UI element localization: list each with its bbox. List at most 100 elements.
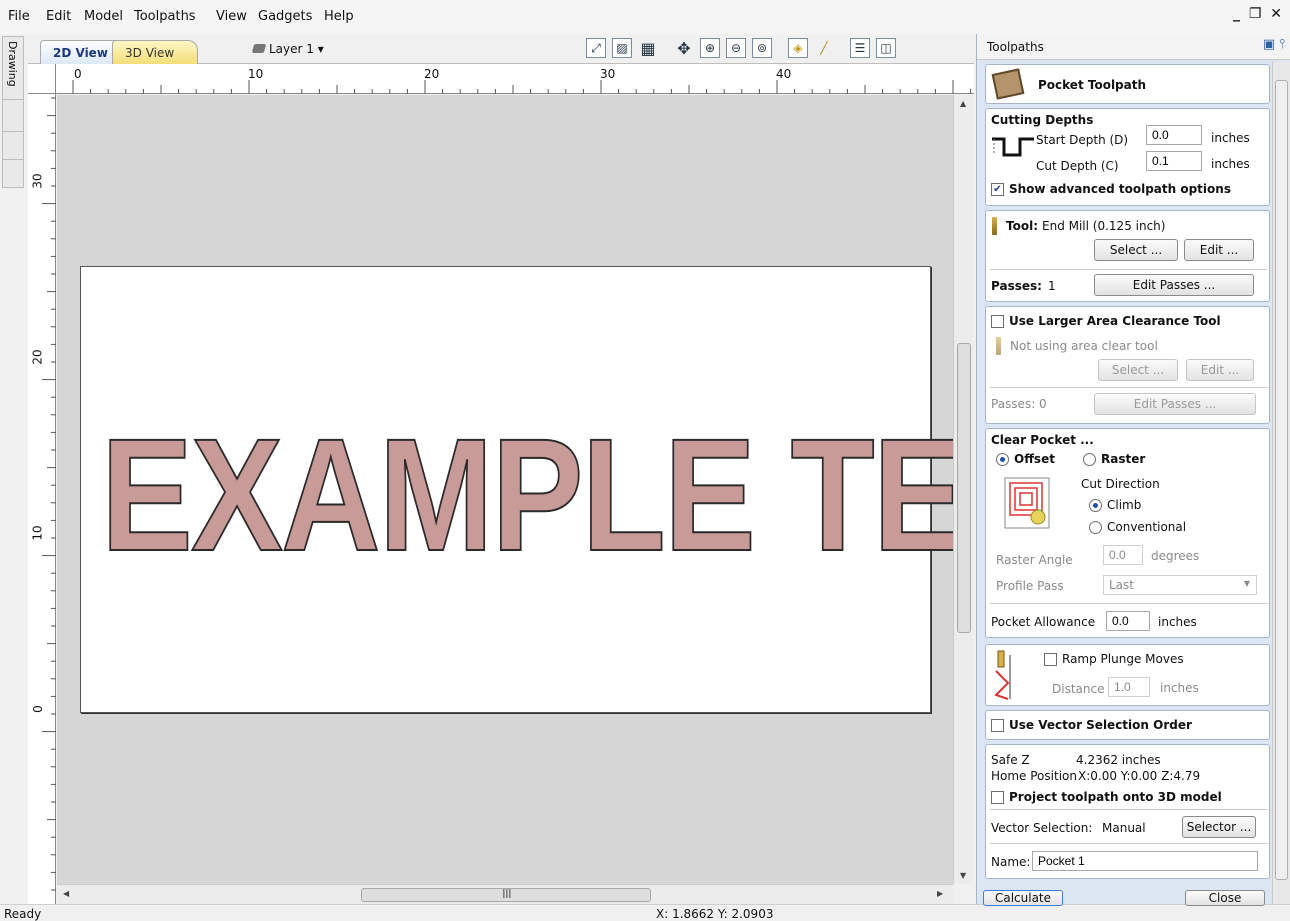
scroll-thumb[interactable]: ||| — [361, 888, 651, 902]
ruler-label: 30 — [30, 173, 45, 189]
minimize-icon[interactable]: _ — [1233, 6, 1242, 22]
tool-label: Tool: — [1006, 219, 1038, 233]
calculate-button[interactable]: Calculate — [983, 890, 1063, 906]
show-advanced-label: Show advanced toolpath options — [1009, 182, 1231, 196]
tab-3d-view[interactable]: 3D View — [112, 40, 198, 64]
start-depth-input[interactable] — [1146, 125, 1202, 145]
menu-edit[interactable]: Edit — [46, 9, 71, 24]
edit-area-tool-button[interactable]: Edit ... — [1186, 359, 1254, 381]
menu-help[interactable]: Help — [324, 9, 354, 24]
panel-header: Toolpaths ▣ ⫯ — [977, 34, 1290, 60]
zoom-extents-icon[interactable]: ⤢ — [586, 38, 606, 58]
side-tab-divider — [3, 159, 23, 160]
scroll-left-icon[interactable]: ◀ — [63, 889, 69, 898]
restore-icon[interactable]: ❐ — [1249, 6, 1264, 22]
vertical-ruler: 30 20 10 0 — [28, 94, 56, 909]
zoom-box-icon[interactable]: ▨ — [612, 38, 632, 58]
canvas-vertical-scrollbar[interactable]: ▲ ▼ — [953, 95, 973, 884]
climb-radio[interactable] — [1089, 499, 1102, 512]
ramp-plunge-icon — [994, 650, 1011, 700]
zoom-out-icon[interactable]: ⊖ — [726, 38, 746, 58]
scroll-up-icon[interactable]: ▲ — [960, 99, 966, 108]
area-clear-note: Not using area clear tool — [1010, 339, 1158, 353]
project-3d-checkbox[interactable] — [991, 791, 1004, 804]
select-tool-button[interactable]: Select ... — [1094, 239, 1178, 261]
larger-area-checkbox[interactable] — [991, 315, 1004, 328]
select-area-tool-button[interactable]: Select ... — [1098, 359, 1178, 381]
side-tab-divider — [3, 131, 23, 132]
drawing-canvas[interactable]: EXAMPLE TEXT — [57, 95, 953, 884]
drawing-side-tab[interactable]: Drawing — [2, 36, 24, 188]
ramp-plunge-checkbox[interactable] — [1044, 653, 1057, 666]
raster-angle-input[interactable] — [1103, 545, 1143, 565]
profile-pass-select[interactable]: Last ▼ — [1103, 575, 1257, 595]
ruler-label: 10 — [248, 67, 264, 81]
vertical-ruler-ticks — [42, 97, 56, 909]
divider — [990, 387, 1267, 388]
ramp-plunge-label: Ramp Plunge Moves — [1062, 652, 1184, 666]
menu-model[interactable]: Model — [84, 9, 123, 24]
pan-icon[interactable]: ✥ — [674, 38, 694, 58]
raster-angle-units: degrees — [1151, 549, 1200, 563]
vector-order-checkbox[interactable] — [991, 719, 1004, 732]
edit-area-passes-button[interactable]: Edit Passes ... — [1094, 393, 1256, 415]
raster-label: Raster — [1101, 452, 1146, 466]
vector-order-label: Use Vector Selection Order — [1009, 718, 1192, 732]
cut-depth-input[interactable] — [1146, 151, 1202, 171]
home-position-value: X:0.00 Y:0.00 Z:4.79 — [1078, 769, 1201, 783]
show-advanced-checkbox[interactable]: ✔ — [991, 183, 1004, 196]
pocket-icon — [991, 68, 1025, 100]
view-options-icon[interactable]: ◈ — [788, 38, 808, 58]
home-position-label: Home Position — [991, 769, 1077, 783]
scroll-down-icon[interactable]: ▼ — [960, 871, 966, 880]
menu-bar: File Edit Model Toolpaths View Gadgets H… — [0, 0, 1290, 34]
layer-label: Layer 1 ▾ — [269, 42, 324, 56]
scroll-right-icon[interactable]: ▶ — [937, 889, 943, 898]
selector-button[interactable]: Selector ... — [1182, 816, 1256, 838]
menu-view[interactable]: View — [216, 9, 247, 24]
ramp-distance-label: Distance — [1052, 682, 1105, 696]
conventional-radio[interactable] — [1089, 521, 1102, 534]
split-vertical-icon[interactable]: ◫ — [876, 38, 896, 58]
close-button[interactable]: Close — [1185, 890, 1265, 906]
chevron-down-icon: ▼ — [1243, 579, 1250, 588]
zoom-in-icon[interactable]: ⊕ — [700, 38, 720, 58]
start-depth-label: Start Depth (D) — [1036, 133, 1129, 147]
pin-icon[interactable]: ▣ ⫯ — [1263, 37, 1285, 52]
material-sheet: EXAMPLE TEXT — [80, 266, 953, 713]
close-icon[interactable]: ✕ — [1270, 6, 1284, 22]
pocket-allowance-input[interactable] — [1106, 611, 1150, 631]
larger-area-title: Use Larger Area Clearance Tool — [1009, 314, 1221, 328]
menu-gadgets[interactable]: Gadgets — [258, 9, 312, 24]
canvas-vector-text[interactable]: EXAMPLE TEXT — [100, 414, 953, 576]
profile-pass-value: Last — [1109, 578, 1134, 592]
edit-tool-button[interactable]: Edit ... — [1184, 239, 1254, 261]
end-mill-icon — [992, 217, 997, 235]
tool-icon[interactable]: ╱ — [814, 38, 834, 58]
toolpath-name-input[interactable] — [1032, 851, 1258, 871]
ruler-label: 20 — [30, 349, 45, 365]
cursor-coordinates: X: 1.8662 Y: 2.0903 — [656, 907, 774, 921]
safe-z-label: Safe Z — [991, 753, 1030, 767]
menu-file[interactable]: File — [8, 9, 30, 24]
edit-passes-button[interactable]: Edit Passes ... — [1094, 274, 1254, 296]
end-mill-icon — [996, 337, 1001, 355]
ramp-distance-input[interactable] — [1108, 677, 1150, 697]
panel-scrollbar[interactable] — [1272, 62, 1290, 904]
ruler-label: 10 — [30, 525, 45, 541]
toolpath-type-title: Pocket Toolpath — [1038, 78, 1147, 92]
divider — [990, 809, 1267, 810]
scroll-thumb[interactable] — [1275, 80, 1288, 880]
offset-radio[interactable] — [996, 453, 1009, 466]
vector-order-section: Use Vector Selection Order — [985, 710, 1270, 740]
split-horizontal-icon[interactable]: ☰ — [850, 38, 870, 58]
layer-dropdown[interactable]: Layer 1 ▾ — [251, 42, 324, 56]
window-controls[interactable]: _ ❐ ✕ — [1233, 6, 1284, 22]
zoom-selection-icon[interactable]: ⊚ — [752, 38, 772, 58]
raster-radio[interactable] — [1083, 453, 1096, 466]
menu-toolpaths[interactable]: Toolpaths — [134, 9, 196, 24]
canvas-horizontal-scrollbar[interactable]: ◀ ||| ▶ — [57, 884, 953, 904]
scroll-thumb[interactable] — [957, 343, 971, 633]
grid-icon[interactable]: ▦ — [638, 38, 658, 58]
offset-label: Offset — [1014, 452, 1055, 466]
